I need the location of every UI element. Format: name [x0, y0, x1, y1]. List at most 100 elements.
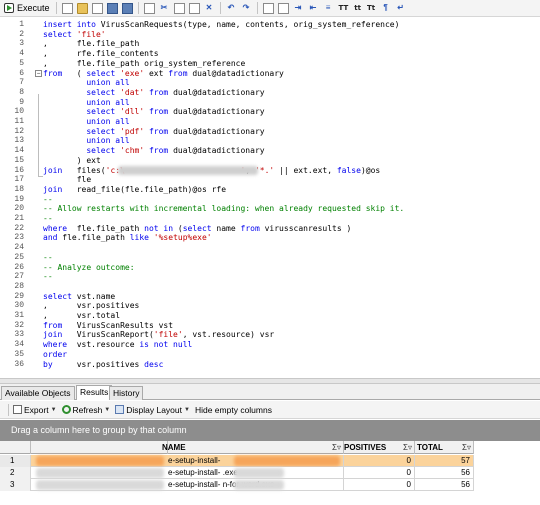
total-column-header[interactable]: TOTAL Σ▿: [415, 441, 474, 454]
code-line[interactable]: 10 select 'dll' from dual@datadictionary: [0, 107, 540, 117]
code-line[interactable]: 6− from ( select 'exe' ext from dual@data…: [0, 69, 540, 79]
line-number: 5: [19, 58, 24, 68]
code-line[interactable]: 28: [0, 282, 540, 292]
code-line[interactable]: 26 -- Analyze outcome:: [0, 263, 540, 273]
outdent-icon[interactable]: ⇤: [308, 3, 319, 14]
comment-token: -- Allow restarts with incremental loadi…: [43, 204, 405, 214]
export-button[interactable]: Export ▼: [13, 405, 57, 415]
code-line[interactable]: 15 ) ext: [0, 156, 540, 166]
code-token: dual@datadictionary: [173, 146, 265, 156]
code-line[interactable]: 9 union all: [0, 98, 540, 108]
table-row[interactable]: 3 e-setup-install- n-for-word.exe 0 56: [0, 479, 474, 491]
code-line[interactable]: 22 where fle.file_path not in (select nam…: [0, 224, 540, 234]
paste-icon[interactable]: [188, 2, 200, 14]
code-line[interactable]: 33 join VirusScanReport('file', vst.resou…: [0, 330, 540, 340]
code-line[interactable]: 3 , fle.file_path: [0, 39, 540, 49]
execute-button[interactable]: Execute: [1, 1, 53, 16]
line-number: 7: [19, 78, 24, 88]
code-line[interactable]: 17 fle: [0, 175, 540, 185]
replace-icon[interactable]: [277, 2, 289, 14]
code-line[interactable]: 23 and fle.file_path like '%setup%exe': [0, 233, 540, 243]
open-folder-icon[interactable]: [76, 2, 88, 14]
table-row[interactable]: 2 e-setup-install- .exe 0 56: [0, 467, 474, 479]
find-icon[interactable]: [262, 2, 274, 14]
code-line[interactable]: 21 --: [0, 214, 540, 224]
code-line[interactable]: 1 insert into VirusScanRequests(type, nam…: [0, 20, 540, 30]
line-number: 22: [14, 223, 24, 233]
name-column-header[interactable]: NAME Σ▿: [162, 441, 344, 454]
code-text: where fle.file_path not in (select name …: [43, 224, 351, 234]
code-line[interactable]: 19 --: [0, 195, 540, 205]
code-line[interactable]: 24: [0, 243, 540, 253]
keyword-token: select: [43, 126, 121, 136]
string-token: 'pdf': [120, 126, 145, 136]
code-line[interactable]: 30 , vsr.positives: [0, 301, 540, 311]
code-text: --: [43, 214, 53, 224]
save-all-icon[interactable]: [121, 2, 133, 14]
line-number: 29: [14, 291, 24, 301]
code-line[interactable]: 25 --: [0, 253, 540, 263]
lowercase-icon[interactable]: tt: [353, 3, 362, 14]
delete-icon[interactable]: ✕: [204, 3, 215, 14]
code-line[interactable]: 5 , fle.file_path orig_system_reference: [0, 59, 540, 69]
table-row[interactable]: 1 e-setup-install- 0 57: [0, 455, 474, 467]
positives-cell[interactable]: 0: [344, 479, 415, 491]
collapse-icon[interactable]: −: [35, 69, 42, 77]
tab-available-objects[interactable]: Available Objects: [1, 386, 75, 400]
code-line[interactable]: 14 select 'chm' from dual@datadictionary: [0, 146, 540, 156]
tab-history[interactable]: History: [109, 386, 144, 400]
code-line[interactable]: 11 union all: [0, 117, 540, 127]
hide-empty-columns-button[interactable]: Hide empty columns: [195, 405, 272, 415]
code-line[interactable]: 13 union all: [0, 136, 540, 146]
redo-icon[interactable]: ↷: [241, 3, 252, 14]
code-line[interactable]: 16join files('c:\ ', '*.' || ext.ext, fa…: [0, 166, 540, 176]
code-line[interactable]: 32 from VirusScanResults vst: [0, 321, 540, 331]
new-file-icon[interactable]: [61, 2, 73, 14]
code-line[interactable]: 8 select 'dat' from dual@datadictionary: [0, 88, 540, 98]
positives-cell[interactable]: 0: [344, 467, 415, 479]
code-line[interactable]: 12 select 'pdf' from dual@datadictionary: [0, 127, 540, 137]
line-number: 11: [14, 117, 24, 126]
code-line[interactable]: 34 where vst.resource is not null: [0, 340, 540, 350]
uppercase-icon[interactable]: TT: [338, 3, 350, 14]
comment-icon[interactable]: ≡: [323, 3, 334, 14]
filter-icon[interactable]: Σ▿: [403, 441, 412, 454]
undo-icon[interactable]: ↶: [226, 3, 237, 14]
code-line[interactable]: 27 --: [0, 272, 540, 282]
code-line[interactable]: 20 -- Allow restarts with incremental loa…: [0, 204, 540, 214]
line-number: 32: [14, 320, 24, 330]
result-tabs: Available Objects Results History: [0, 384, 540, 400]
code-line[interactable]: 4 , rfe.file_contents: [0, 49, 540, 59]
total-cell[interactable]: 56: [415, 467, 474, 479]
code-line[interactable]: 18 join read_file(fle.file_path)@os rfe: [0, 185, 540, 195]
code-line[interactable]: 2 select 'file': [0, 30, 540, 40]
display-layout-button[interactable]: Display Layout ▼: [115, 405, 190, 415]
keyword-token: from: [144, 126, 174, 136]
code-line[interactable]: 29 select vst.name: [0, 292, 540, 302]
save-icon[interactable]: [106, 2, 118, 14]
cut-icon[interactable]: ✂: [159, 3, 170, 14]
keyword-token: insert into: [43, 20, 101, 29]
filter-icon[interactable]: Σ▿: [462, 441, 471, 454]
titlecase-icon[interactable]: Tt: [366, 3, 376, 14]
line-number: 17: [14, 175, 24, 185]
wrap-icon[interactable]: ↵: [395, 3, 406, 14]
print-icon[interactable]: [143, 2, 155, 14]
code-line[interactable]: 7 union all: [0, 78, 540, 88]
open-file-icon[interactable]: [91, 2, 103, 14]
total-cell[interactable]: 56: [415, 479, 474, 491]
total-cell[interactable]: 57: [415, 455, 474, 467]
filter-icon[interactable]: Σ▿: [332, 441, 341, 454]
refresh-button[interactable]: Refresh ▼: [61, 405, 110, 415]
sql-editor[interactable]: 1 insert into VirusScanRequests(type, nam…: [0, 17, 540, 378]
positives-column-header[interactable]: POSITIVES Σ▿: [344, 441, 415, 454]
copy-icon[interactable]: [173, 2, 185, 14]
code-line[interactable]: 36 by vsr.positives desc: [0, 360, 540, 370]
tab-results[interactable]: Results: [76, 385, 113, 400]
group-by-panel[interactable]: Drag a column here to group by that colu…: [0, 420, 540, 441]
positives-cell[interactable]: 0: [344, 455, 415, 467]
indent-icon[interactable]: ⇥: [293, 3, 304, 14]
format-icon[interactable]: ¶: [380, 3, 391, 14]
code-line[interactable]: 31 , vsr.total: [0, 311, 540, 321]
code-line[interactable]: 35 order: [0, 350, 540, 360]
